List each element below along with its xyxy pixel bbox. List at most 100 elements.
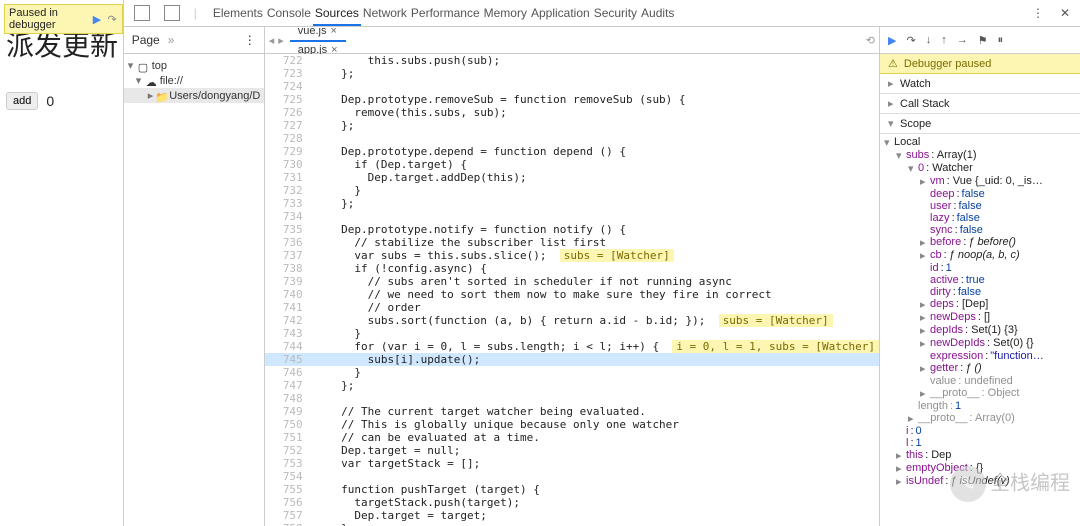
code-line[interactable]: 751 // can be evaluated at a time.: [265, 431, 879, 444]
scope-row[interactable]: ▸cb: ƒ noop(a, b, c): [884, 249, 1080, 262]
code-line[interactable]: 758 }: [265, 522, 879, 526]
scope-row[interactable]: ▸depIds: Set(1) {3}: [884, 324, 1080, 337]
code-line[interactable]: 722 this.subs.push(sub);: [265, 54, 879, 67]
scope-row[interactable]: expression: "function…: [884, 350, 1080, 362]
code-line[interactable]: 740 // we need to sort them now to make …: [265, 288, 879, 301]
tab-audits[interactable]: Audits: [639, 2, 676, 24]
close-icon[interactable]: ×: [331, 27, 337, 37]
pause-exceptions-icon[interactable]: ⏸: [998, 34, 1004, 47]
step-into-icon[interactable]: ↓: [926, 34, 932, 46]
code-line[interactable]: 742 subs.sort(function (a, b) { return a…: [265, 314, 879, 327]
tab-network[interactable]: Network: [361, 2, 409, 24]
code-line[interactable]: 733 };: [265, 197, 879, 210]
nav-page-label[interactable]: Page: [132, 33, 160, 47]
tab-sources[interactable]: Sources: [313, 2, 361, 26]
nav-menu-icon[interactable]: ⋮: [244, 33, 256, 47]
nav-more-icon[interactable]: »: [168, 33, 175, 47]
scope-row[interactable]: ▸isUndef: ƒ isUndef(v): [884, 475, 1080, 488]
code-line[interactable]: 748: [265, 392, 879, 405]
tree-item[interactable]: ▾☁ file://: [124, 73, 264, 88]
scope-row[interactable]: i: 0: [884, 425, 1080, 437]
scope-row[interactable]: sync: false: [884, 224, 1080, 236]
code-line[interactable]: 752 Dep.target = null;: [265, 444, 879, 457]
section-call-stack[interactable]: ▸Call Stack: [880, 94, 1080, 114]
file-pin-icon[interactable]: ⟲: [866, 34, 875, 47]
scope-row[interactable]: ▸getter: ƒ (): [884, 362, 1080, 375]
tab-memory[interactable]: Memory: [482, 2, 529, 24]
code-line[interactable]: 736 // stabilize the subscriber list fir…: [265, 236, 879, 249]
close-devtools-icon[interactable]: ✕: [1060, 6, 1070, 20]
file-nav-back-icon[interactable]: ◂: [269, 34, 275, 47]
file-tab[interactable]: vue.js ×: [290, 27, 346, 42]
scope-row[interactable]: ▾Local: [884, 136, 1080, 149]
scope-row[interactable]: ▸vm: Vue {_uid: 0, _is…: [884, 175, 1080, 188]
tab-application[interactable]: Application: [529, 2, 592, 24]
step-out-icon[interactable]: ↑: [941, 34, 947, 46]
scope-row[interactable]: length: 1: [884, 400, 1080, 412]
scope-row[interactable]: ▸emptyObject: {}: [884, 462, 1080, 475]
tab-security[interactable]: Security: [592, 2, 639, 24]
code-line[interactable]: 731 Dep.target.addDep(this);: [265, 171, 879, 184]
code-line[interactable]: 756 targetStack.push(target);: [265, 496, 879, 509]
code-line[interactable]: 728: [265, 132, 879, 145]
step-over-icon[interactable]: ↷: [107, 12, 118, 26]
tab-performance[interactable]: Performance: [409, 2, 482, 24]
code-line[interactable]: 735 Dep.prototype.notify = function noti…: [265, 223, 879, 236]
tree-item[interactable]: ▸📁 Users/dongyang/D: [124, 88, 264, 103]
scope-row[interactable]: ▸before: ƒ before(): [884, 236, 1080, 249]
code-line[interactable]: 732 }: [265, 184, 879, 197]
scope-row[interactable]: ▾subs: Array(1): [884, 149, 1080, 162]
scope-row[interactable]: dirty: false: [884, 286, 1080, 298]
scope-row[interactable]: ▾0: Watcher: [884, 162, 1080, 175]
deactivate-bp-icon[interactable]: ⚑: [978, 34, 988, 47]
step-over-icon[interactable]: ↷: [906, 34, 915, 47]
scope-row[interactable]: ▸this: Dep: [884, 449, 1080, 462]
inspect-icon[interactable]: [134, 5, 150, 21]
tree-item[interactable]: ▾▢ top: [124, 58, 264, 73]
scope-row[interactable]: value: undefined: [884, 375, 1080, 387]
file-nav-fwd-icon[interactable]: ▸: [278, 34, 284, 47]
tab-console[interactable]: Console: [265, 2, 313, 24]
code-line[interactable]: 737 var subs = this.subs.slice(); subs =…: [265, 249, 879, 262]
add-button[interactable]: add: [6, 92, 38, 110]
more-icon[interactable]: ⋮: [1032, 6, 1046, 20]
device-icon[interactable]: [164, 5, 180, 21]
scope-row[interactable]: deep: false: [884, 188, 1080, 200]
step-icon[interactable]: →: [957, 34, 968, 46]
code-line[interactable]: 757 Dep.target = target;: [265, 509, 879, 522]
code-line[interactable]: 750 // This is globally unique because o…: [265, 418, 879, 431]
code-line[interactable]: 738 if (!config.async) {: [265, 262, 879, 275]
code-line[interactable]: 726 remove(this.subs, sub);: [265, 106, 879, 119]
code-line[interactable]: 734: [265, 210, 879, 223]
scope-row[interactable]: ▸deps: [Dep]: [884, 298, 1080, 311]
code-line[interactable]: 730 if (Dep.target) {: [265, 158, 879, 171]
code-line[interactable]: 725 Dep.prototype.removeSub = function r…: [265, 93, 879, 106]
tab-elements[interactable]: Elements: [211, 2, 265, 24]
code-line[interactable]: 749 // The current target watcher being …: [265, 405, 879, 418]
scope-row[interactable]: id: 1: [884, 262, 1080, 274]
scope-row[interactable]: ▸__proto__: Array(0): [884, 412, 1080, 425]
scope-row[interactable]: ▸newDeps: []: [884, 311, 1080, 324]
resume-icon[interactable]: ▶: [888, 34, 896, 47]
scope-row[interactable]: l: 1: [884, 437, 1080, 449]
code-editor[interactable]: 722 this.subs.push(sub);723 };724725 Dep…: [265, 54, 879, 526]
code-line[interactable]: 745 subs[i].update();: [265, 353, 879, 366]
code-line[interactable]: 744 for (var i = 0, l = subs.length; i <…: [265, 340, 879, 353]
code-line[interactable]: 754: [265, 470, 879, 483]
code-line[interactable]: 739 // subs aren't sorted in scheduler i…: [265, 275, 879, 288]
scope-row[interactable]: user: false: [884, 200, 1080, 212]
code-line[interactable]: 741 // order: [265, 301, 879, 314]
code-line[interactable]: 746 }: [265, 366, 879, 379]
code-line[interactable]: 743 }: [265, 327, 879, 340]
section-scope[interactable]: ▾Scope: [880, 114, 1080, 134]
resume-icon[interactable]: ▶: [91, 12, 102, 26]
code-line[interactable]: 753 var targetStack = [];: [265, 457, 879, 470]
code-line[interactable]: 729 Dep.prototype.depend = function depe…: [265, 145, 879, 158]
code-line[interactable]: 727 };: [265, 119, 879, 132]
section-watch[interactable]: ▸Watch: [880, 74, 1080, 94]
code-line[interactable]: 724: [265, 80, 879, 93]
code-line[interactable]: 723 };: [265, 67, 879, 80]
code-line[interactable]: 747 };: [265, 379, 879, 392]
scope-row[interactable]: ▸newDepIds: Set(0) {}: [884, 337, 1080, 350]
scope-row[interactable]: active: true: [884, 274, 1080, 286]
